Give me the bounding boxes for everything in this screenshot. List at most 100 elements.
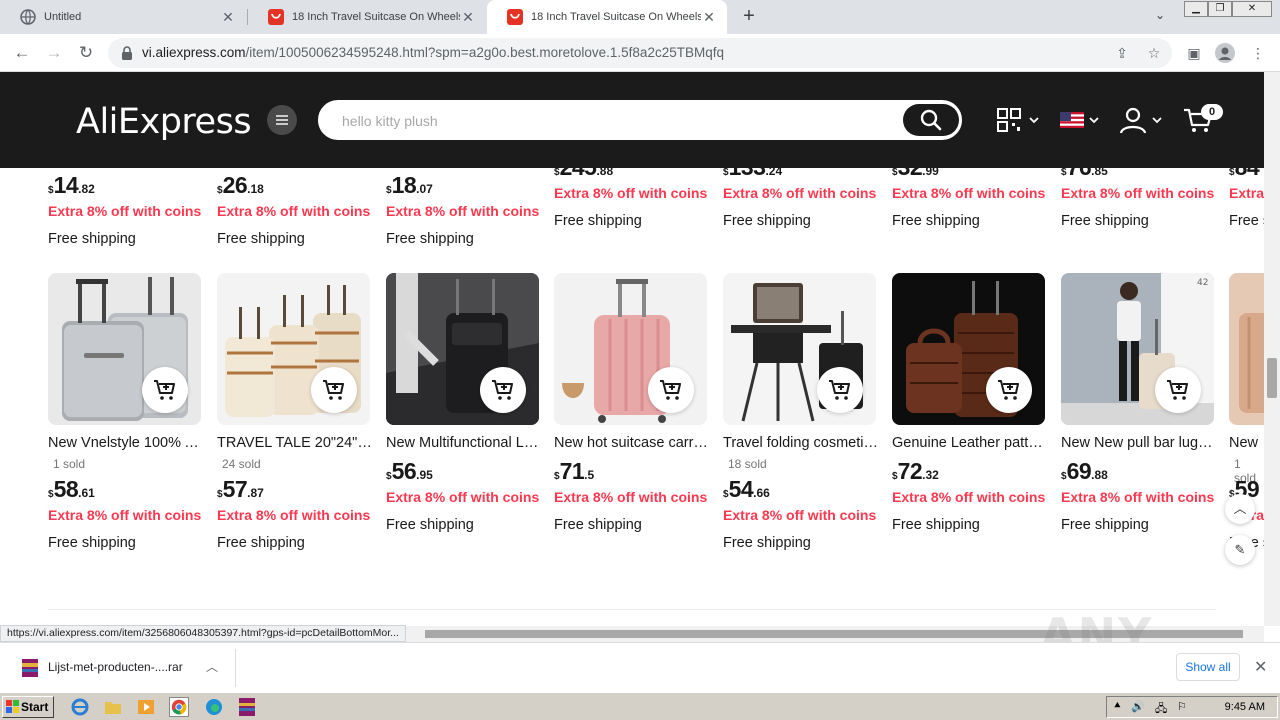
product-card[interactable]: $14.82 Extra 8% off with coins Free ship… [48, 168, 203, 258]
scroll-to-top-button[interactable]: ︿ [1225, 494, 1255, 524]
product-card[interactable]: New hot suitcase carry on $71.5 Extra 8%… [554, 273, 712, 563]
add-to-cart-button[interactable] [986, 367, 1032, 413]
bookmark-star-icon[interactable]: ☆ [1144, 43, 1164, 63]
product-card[interactable]: $76.85 Extra 8% off with coins Free ship… [1061, 168, 1216, 238]
product-card[interactable]: $26.18 Extra 8% off with coins Free ship… [217, 168, 372, 258]
add-to-cart-icon [998, 380, 1019, 400]
profile-icon[interactable] [1215, 43, 1235, 63]
add-to-cart-button[interactable] [817, 367, 863, 413]
flag-icon[interactable]: ⚐ [1177, 700, 1187, 713]
product-title[interactable]: New New pull bar luggage [1061, 435, 1219, 451]
forward-button[interactable]: → [42, 41, 66, 65]
search-button[interactable] [903, 104, 959, 136]
close-tab-icon[interactable]: ✕ [220, 9, 236, 26]
tab-title: 18 Inch Travel Suitcase On Wheels T [292, 11, 460, 23]
winrar-icon[interactable] [237, 697, 257, 717]
cart-count-badge: 0 [1201, 104, 1223, 120]
add-to-cart-button[interactable] [142, 367, 188, 413]
shipping-label: Free shipping [217, 231, 305, 247]
product-image[interactable]: 42 [1061, 273, 1214, 425]
url-path: /item/1005006234595248.html?spm=a2g0o.be… [245, 45, 724, 60]
tab-untitled[interactable]: Untitled ✕ [0, 0, 246, 34]
aliexpress-favicon-icon [268, 9, 284, 25]
chevron-up-icon[interactable]: ︿ [206, 658, 218, 675]
folder-icon[interactable] [103, 697, 123, 717]
product-card[interactable]: Travel folding cosmetic case 18 sold $54… [723, 273, 881, 563]
search-input[interactable] [342, 110, 882, 132]
add-to-cart-button[interactable] [648, 367, 694, 413]
vertical-scrollbar[interactable] [1264, 72, 1280, 626]
tray-arrow-icon[interactable]: ⯅ [1113, 700, 1122, 713]
feedback-edit-button[interactable]: ✎ [1225, 535, 1255, 565]
tab-suitcase-active[interactable]: 18 Inch Travel Suitcase On Wheels T ✕ [487, 0, 727, 34]
product-card[interactable]: TRAVEL TALE 20"24"28" Luggage Set 24 sol… [217, 273, 375, 563]
product-card[interactable]: $18.07 Extra 8% off with coins Free ship… [386, 168, 541, 258]
reload-button[interactable]: ↻ [74, 41, 98, 65]
add-to-cart-button[interactable] [480, 367, 526, 413]
side-panel-icon[interactable]: ▣ [1184, 43, 1204, 63]
aliexpress-logo[interactable]: AliExpress [76, 102, 252, 142]
product-image[interactable] [554, 273, 707, 425]
product-image[interactable] [892, 273, 1045, 425]
start-button[interactable]: Start [2, 696, 54, 718]
us-flag-icon[interactable] [1058, 106, 1102, 134]
product-card[interactable]: $133.24 Extra 8% off with coins Free shi… [723, 168, 878, 238]
tab-search-chevron-icon[interactable]: ⌄ [1150, 8, 1170, 26]
product-card[interactable]: $84 Extra 8% off with coins Free shippin… [1229, 168, 1264, 238]
media-player-icon[interactable] [136, 697, 156, 717]
product-card[interactable]: $245.88 Extra 8% off with coins Free shi… [554, 168, 709, 238]
product-card[interactable]: Genuine Leather pattern luggage $72.32 E… [892, 273, 1050, 563]
tab-suitcase-1[interactable]: 18 Inch Travel Suitcase On Wheels T ✕ [248, 0, 486, 34]
product-image[interactable] [1229, 273, 1264, 425]
back-button[interactable]: ← [10, 41, 34, 65]
svg-text:42: 42 [1197, 278, 1208, 288]
product-image[interactable] [723, 273, 876, 425]
product-title[interactable]: New Vnelstyle 100% Aluminum Suitcase [48, 435, 206, 451]
qr-code-icon[interactable] [996, 106, 1042, 134]
coin-discount-label: Extra 8% off with coins [48, 203, 202, 219]
download-item[interactable]: Lijst-met-producten-....rar ︿ [8, 649, 236, 687]
volume-icon[interactable]: 🔊 [1131, 700, 1145, 713]
product-card[interactable]: 42 New New pull bar luggage $69.88 Extra… [1061, 273, 1219, 563]
add-to-cart-button[interactable] [1155, 367, 1201, 413]
product-image[interactable] [48, 273, 201, 425]
product-price: $133.24 [723, 168, 783, 180]
category-menu-button[interactable] [267, 105, 297, 135]
close-tab-icon[interactable]: ✕ [701, 9, 717, 26]
aliexpress-favicon-icon [507, 9, 523, 25]
product-price: $14.82 [48, 172, 95, 198]
minimize-button[interactable]: ▁ [1184, 1, 1208, 17]
show-all-downloads-button[interactable]: Show all [1176, 653, 1240, 681]
internet-explorer-icon[interactable] [70, 697, 90, 717]
vertical-scroll-thumb[interactable] [1267, 358, 1277, 398]
kebab-menu-icon[interactable]: ⋮ [1248, 43, 1268, 63]
network-icon[interactable]: 🖧 [1155, 700, 1167, 719]
product-card[interactable]: New Vnelstyle 100% Aluminum Suitcase 1 s… [48, 273, 206, 563]
restore-button[interactable]: ❐ [1208, 1, 1232, 17]
product-title[interactable]: New hot suitcase carry on [554, 435, 712, 451]
account-icon[interactable] [1118, 106, 1166, 134]
product-title[interactable]: Genuine Leather pattern luggage [892, 435, 1050, 451]
new-tab-button[interactable]: + [738, 5, 760, 29]
share-icon[interactable]: ⇪ [1112, 43, 1132, 63]
product-image[interactable] [217, 273, 370, 425]
edge-icon[interactable] [204, 697, 224, 717]
product-title[interactable]: New Multifunctional Luggage [386, 435, 544, 451]
close-shelf-icon[interactable]: ✕ [1254, 657, 1267, 677]
add-to-cart-icon [829, 380, 850, 400]
coin-discount-label: Extra 8% off with coins [217, 507, 371, 523]
close-window-button[interactable]: ✕ [1232, 1, 1272, 17]
product-title[interactable]: New [1229, 435, 1264, 451]
product-image[interactable] [386, 273, 539, 425]
product-card[interactable]: New Multifunctional Luggage $56.95 Extra… [386, 273, 544, 563]
address-bar[interactable]: vi.aliexpress.com/item/1005006234595248.… [108, 38, 1172, 68]
add-to-cart-button[interactable] [311, 367, 357, 413]
chrome-icon[interactable] [169, 697, 189, 717]
coin-discount-label: Extra 8% off with coins [48, 507, 202, 523]
close-tab-icon[interactable]: ✕ [460, 9, 476, 26]
product-card[interactable]: $32.99 Extra 8% off with coins Free ship… [892, 168, 1047, 238]
product-title[interactable]: TRAVEL TALE 20"24"28" Luggage Set [217, 435, 375, 451]
lock-icon[interactable] [120, 45, 134, 61]
product-title[interactable]: Travel folding cosmetic case [723, 435, 881, 451]
tab-title: Untitled [44, 11, 82, 23]
